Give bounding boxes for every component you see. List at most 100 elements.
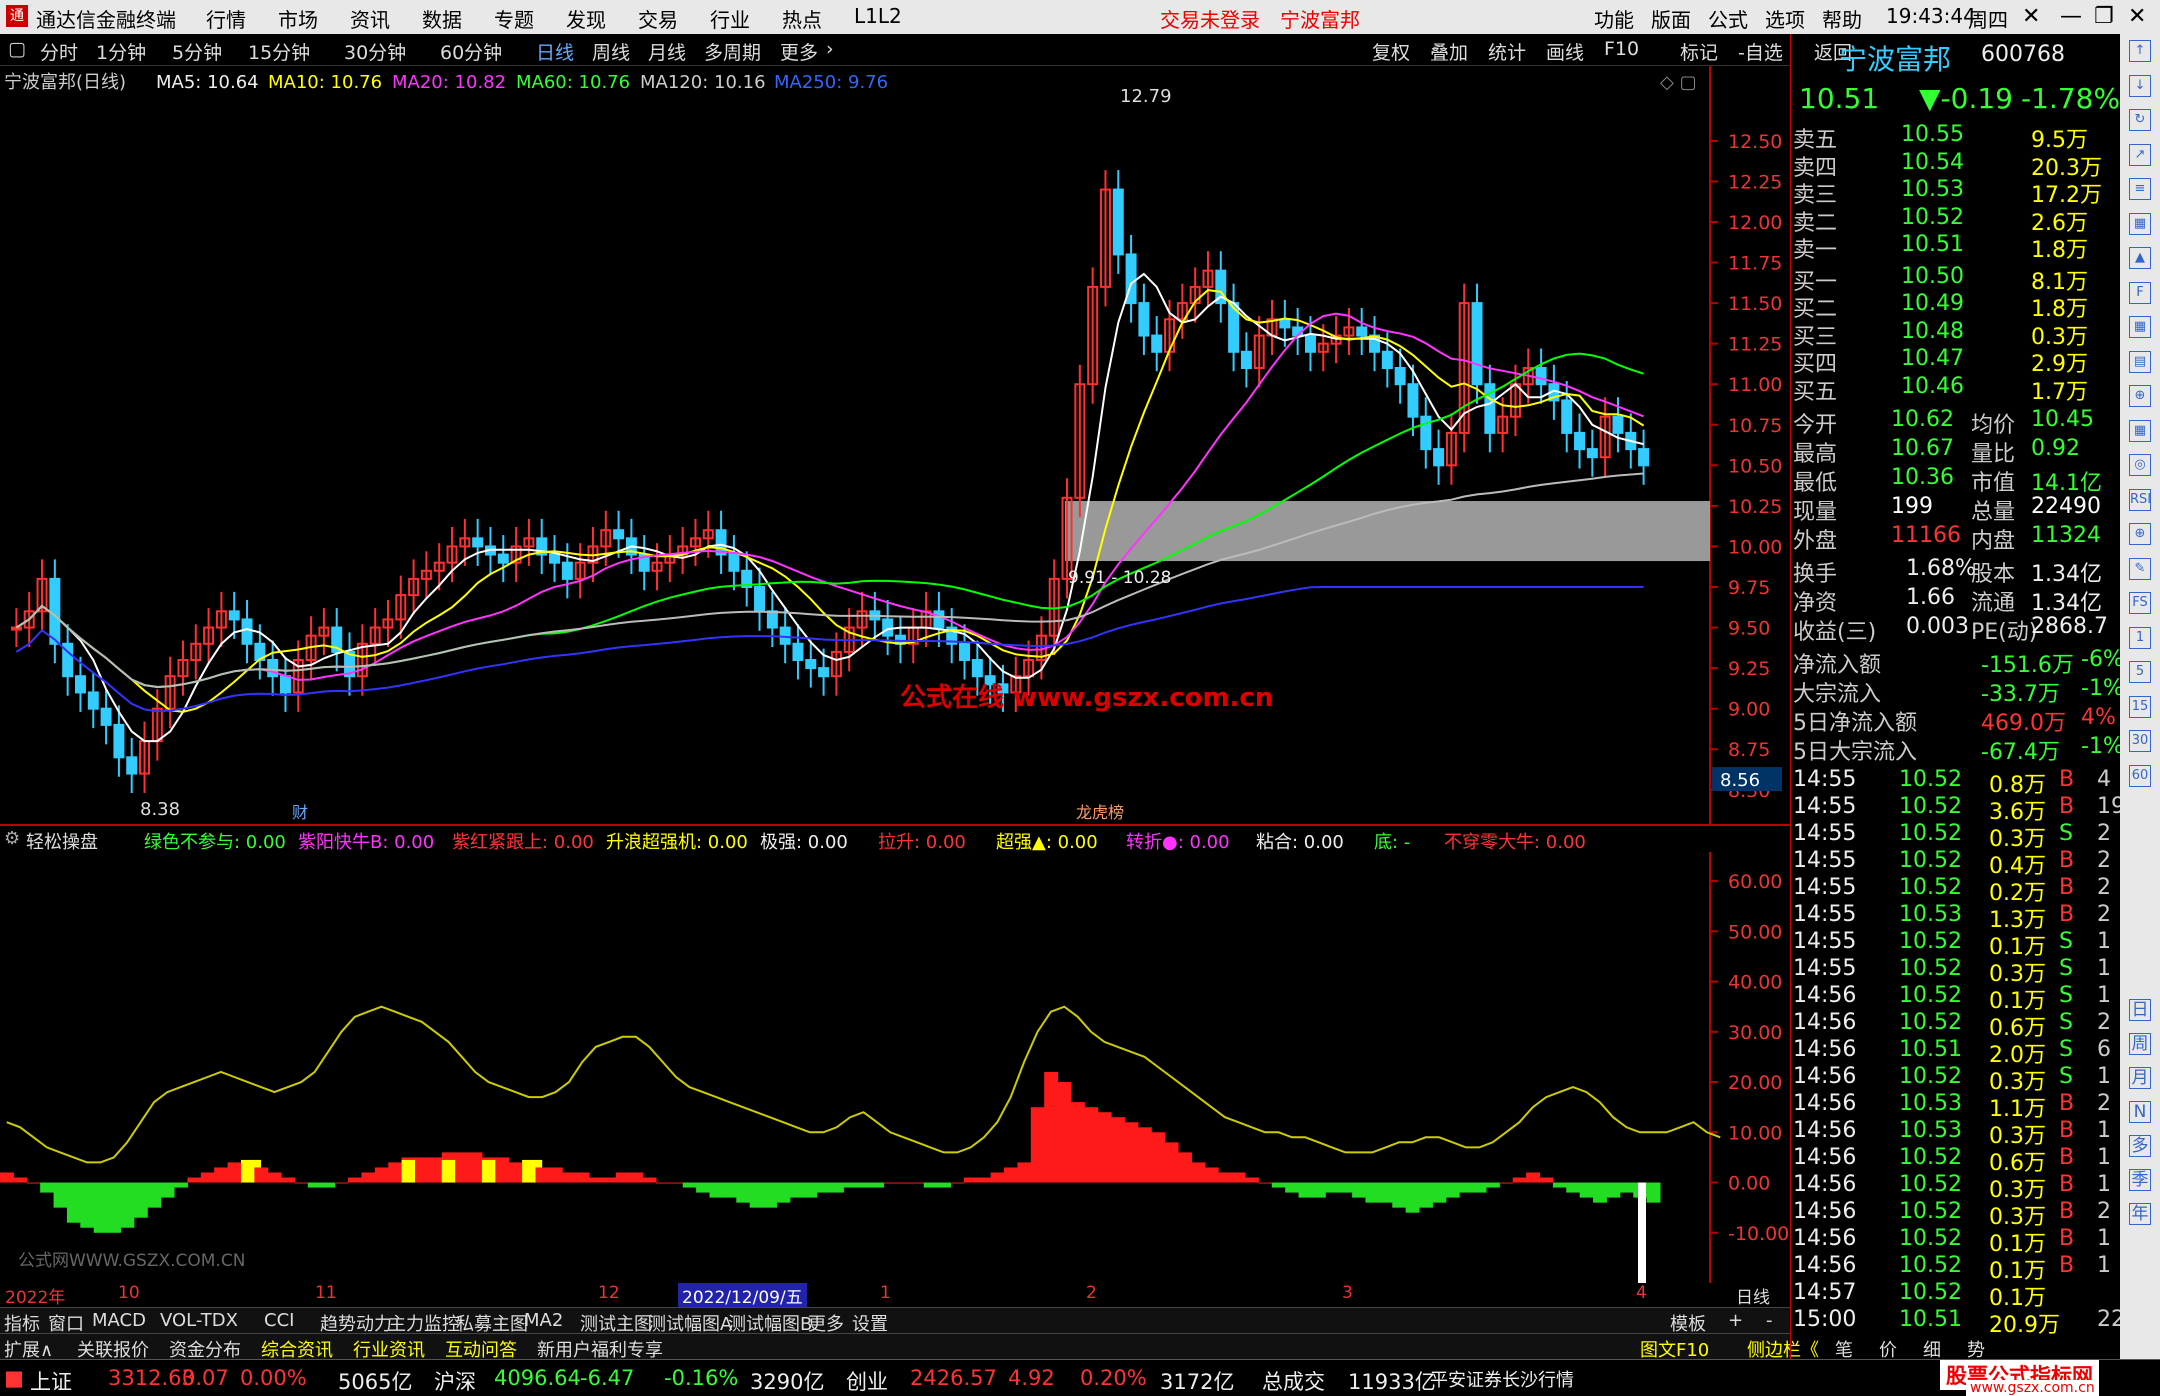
toolbar-menu-icon[interactable]: ▢ [8,38,26,60]
indicator-chart[interactable]: 60.00 50.00 40.00 30.00 20.00 10.00 0.00 -10.00… [0,852,1790,1307]
indicator-bar [1070,1102,1085,1183]
candle-body [1112,188,1124,256]
sidebar-tool-icon[interactable]: 1 [2129,626,2151,649]
sidebar-period-button[interactable]: 年 [2129,1203,2151,1225]
menu-item[interactable]: 交易 [638,4,678,33]
tool-button[interactable]: 复权 [1372,38,1410,65]
restore-icon[interactable]: ❐ [2094,4,2114,29]
period-tab[interactable]: 周线 [592,38,630,65]
sidebar-tool-icon[interactable]: 60 [2129,764,2151,787]
period-tab[interactable]: 多周期 [704,38,761,65]
sidebar-tool-icon[interactable]: ◎ [2129,454,2151,476]
indicator-tab[interactable]: CCI [264,1310,294,1331]
sidebar-tool-icon[interactable]: ↗ [2129,143,2151,166]
sidebar-tool-icon[interactable]: ✎ [2129,557,2151,580]
indicator-settings-icon[interactable]: ⚙ [4,828,20,849]
indicator-tab[interactable]: VOL-TDX [160,1310,238,1331]
sidebar-period-button[interactable]: 月 [2129,1067,2151,1089]
market-index-item: 上证 [30,1370,72,1394]
sidebar-tool-icon[interactable]: ↑ [2129,40,2151,62]
menu-item[interactable]: 专题 [494,4,534,33]
template-button[interactable]: + [1728,1310,1743,1331]
sidebar-tool-icon[interactable]: ↻ [2129,109,2151,131]
period-tab[interactable]: 5分钟 [172,38,222,65]
tool-button[interactable]: 统计 [1488,38,1526,65]
app-title: 通达信金融终端 [36,8,176,32]
template-button[interactable]: - [1766,1310,1773,1331]
menu-item[interactable]: 版面 [1651,4,1691,33]
low-price-label: 8.38 [140,799,180,820]
sidebar-tool-icon[interactable]: 15 [2129,695,2151,718]
sidebar-tool-icon[interactable]: ⊕ [2129,523,2151,545]
sidebar-tool-icon[interactable]: ▦ [2129,316,2151,338]
tool-button[interactable]: 标记 [1680,38,1718,65]
tick-count: 2 [2097,1199,2111,1224]
menu-item[interactable]: 行情 [206,4,246,33]
close-icon[interactable]: ✕ [2022,4,2040,29]
close-window-icon[interactable]: ✕ [2128,4,2146,29]
sidebar-tool-icon[interactable]: 5 [2129,661,2151,683]
tool-button[interactable]: F10 [1604,38,1639,60]
period-tab[interactable]: 1分钟 [96,38,146,65]
indicator-bar [696,1182,711,1193]
indicator-bar [1579,1182,1594,1198]
main-kline-chart[interactable]: 12.50 12.25 12.00 11.75 11.50 11.25 11.00 10.75… [0,66,1790,826]
indicator-tab[interactable]: MACD [92,1310,146,1331]
tick-time: 14:56 [1793,1064,1857,1089]
ask-row: 卖三 10.53 17.2万 [1791,177,2121,208]
sidebar-tool-icon[interactable]: RSI [2129,488,2151,511]
sidebar-tool-icon[interactable]: 30 [2129,730,2151,752]
period-tab[interactable]: 分时 [40,38,78,65]
indicator-svg[interactable]: 60.00 50.00 40.00 30.00 20.00 10.00 0.00 -10.00… [0,852,1790,1283]
sidebar-tool-icon[interactable]: ▦ [2129,419,2151,442]
indicator-bar [53,1182,68,1208]
chevron-right-icon[interactable]: › [826,38,834,60]
menu-item[interactable]: L1L2 [854,4,902,28]
period-tab[interactable]: 月线 [648,38,686,65]
menu-item[interactable]: 市场 [278,4,318,33]
period-tab[interactable]: 30分钟 [344,38,406,65]
menu-item[interactable]: 功能 [1594,4,1634,33]
y-tick-label: 10.25 [1728,496,1782,518]
tool-button[interactable]: -自选 [1738,38,1783,65]
sidebar-tool-icon[interactable]: ⊕ [2129,385,2151,407]
menu-item[interactable]: 选项 [1765,4,1805,33]
sidebar-tool-icon[interactable]: ≡ [2129,178,2151,200]
menu-item[interactable]: 资讯 [350,4,390,33]
login-status[interactable]: 交易未登录 [1160,4,1260,33]
tool-button[interactable]: 画线 [1546,38,1584,65]
menu-item[interactable]: 发现 [566,4,606,33]
candle-body [279,675,291,694]
sidebar-period-button[interactable]: 周 [2129,1033,2151,1055]
sidebar-period-button[interactable]: N [2129,1101,2151,1123]
period-tab[interactable]: 15分钟 [248,38,310,65]
tick-time: 14:56 [1793,1091,1857,1116]
sidebar-period-button[interactable]: 日 [2129,999,2151,1021]
sidebar-tool-icon[interactable]: F [2129,281,2151,304]
sidebar-period-button[interactable]: 季 [2129,1169,2151,1191]
sidebar-tool-icon[interactable]: ↓ [2129,74,2151,97]
menu-item[interactable]: 帮助 [1822,4,1862,33]
menu-item[interactable]: 热点 [782,4,822,33]
tick-time: 14:56 [1793,1118,1857,1143]
tick-side: S [2059,1010,2073,1035]
menu-item[interactable]: 数据 [422,4,462,33]
candle-body [1574,431,1586,451]
menu-item[interactable]: 公式 [1708,4,1748,33]
kline-svg[interactable]: 12.50 12.25 12.00 11.75 11.50 11.25 11.00 10.75… [0,66,1790,826]
sidebar-tool-icon[interactable]: ▤ [2129,350,2151,373]
indicator-tab[interactable]: MA2 [524,1310,563,1331]
tool-button[interactable]: 叠加 [1430,38,1468,65]
sidebar-tool-icon[interactable]: ▦ [2129,212,2151,235]
tick-time: 14:56 [1793,1145,1857,1170]
period-tab[interactable]: 更多 [780,38,818,65]
minimize-icon[interactable]: — [2060,4,2082,29]
indicator-bar [1499,1182,1514,1184]
menu-item[interactable]: 行业 [710,4,750,33]
sidebar-tool-icon[interactable]: ▲ [2129,247,2151,269]
period-tab[interactable]: 60分钟 [440,38,502,65]
sidebar-tool-icon[interactable]: FS [2129,592,2151,614]
market-indicator-icon: ■ [4,1366,24,1390]
sidebar-period-button[interactable]: 多 [2129,1135,2151,1157]
period-tab[interactable]: 日线 [536,38,574,65]
